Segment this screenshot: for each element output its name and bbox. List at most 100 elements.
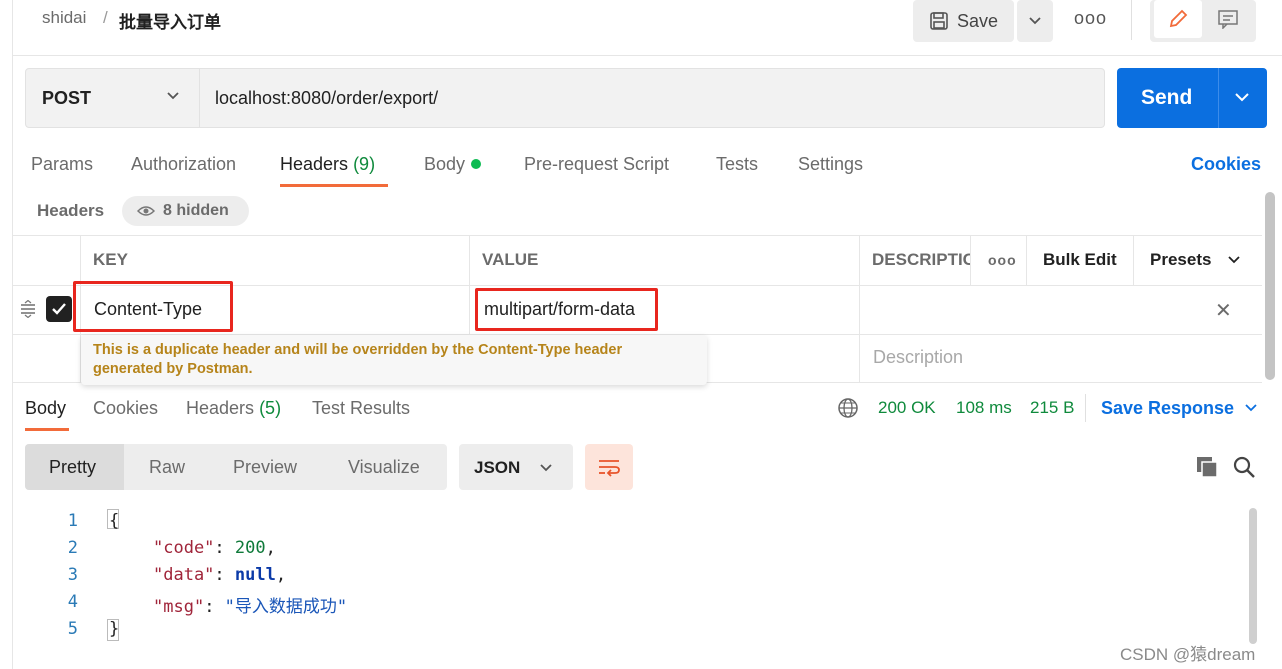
more-options-icon[interactable]: ooo: [988, 252, 1017, 268]
comments-button[interactable]: [1205, 0, 1251, 38]
url-bar: POST localhost:8080/order/export/: [25, 68, 1105, 128]
breadcrumb-separator: /: [103, 8, 108, 27]
json-value: 200: [234, 538, 266, 558]
tab-body[interactable]: Body: [424, 154, 482, 175]
tab-headers-label: Headers: [280, 154, 349, 174]
search-icon[interactable]: [1232, 455, 1256, 479]
divider: [859, 235, 860, 383]
json-value: null: [234, 565, 276, 585]
response-time[interactable]: 108 ms: [956, 398, 1012, 418]
tab-headers[interactable]: Headers (9): [280, 154, 375, 175]
view-preview[interactable]: Preview: [233, 457, 297, 478]
line-number: 3: [67, 565, 78, 585]
duplicate-header-warning: This is a duplicate header and will be o…: [81, 335, 707, 385]
active-tab-indicator: [25, 428, 69, 431]
column-header-key: KEY: [93, 250, 128, 269]
chevron-down-icon: [1029, 17, 1041, 25]
divider: [1085, 394, 1086, 422]
request-title[interactable]: 批量导入订单: [119, 8, 221, 33]
chevron-down-icon: [540, 464, 552, 472]
globe-icon[interactable]: [837, 397, 859, 419]
description-input[interactable]: Description: [873, 347, 963, 368]
row-enabled-checkbox[interactable]: [46, 296, 72, 322]
save-response-button[interactable]: Save Response: [1101, 398, 1234, 419]
wrap-lines-button[interactable]: [585, 444, 633, 490]
status-code[interactable]: 200 OK: [878, 398, 936, 418]
response-tab-headers-label: Headers: [186, 398, 255, 418]
column-header-value: VALUE: [482, 250, 539, 269]
hidden-headers-toggle[interactable]: 8 hidden: [122, 196, 249, 226]
divider: [469, 235, 470, 335]
response-size[interactable]: 215 B: [1030, 398, 1074, 418]
code-line: {: [109, 511, 120, 531]
edit-mode-button[interactable]: [1154, 0, 1202, 38]
delete-row-icon[interactable]: ✕: [1215, 298, 1232, 323]
status-dot-icon: [471, 159, 482, 169]
json-key: "data": [153, 565, 215, 585]
view-pretty[interactable]: Pretty: [49, 457, 96, 478]
response-tab-body[interactable]: Body: [25, 398, 66, 419]
wrap-lines-icon: [599, 460, 620, 477]
view-raw[interactable]: Raw: [149, 457, 185, 478]
json-value: "导入数据成功": [224, 597, 348, 617]
chevron-down-icon[interactable]: [1227, 255, 1241, 265]
line-number: 2: [67, 538, 78, 558]
chevron-down-icon[interactable]: [1234, 91, 1250, 103]
format-select[interactable]: JSON: [459, 444, 573, 490]
tab-pre-request-script[interactable]: Pre-request Script: [524, 154, 669, 175]
pencil-icon: [1169, 9, 1188, 28]
drag-handle-icon[interactable]: [19, 300, 37, 318]
json-key: "msg": [153, 597, 205, 617]
tab-headers-count: (9): [353, 154, 376, 174]
response-tab-headers[interactable]: Headers (5): [186, 398, 281, 419]
divider: [199, 69, 200, 127]
line-number: 1: [67, 511, 78, 531]
active-tab-indicator: [280, 184, 388, 187]
breadcrumb-workspace[interactable]: shidai: [42, 8, 86, 28]
divider: [1133, 235, 1134, 285]
response-tab-cookies[interactable]: Cookies: [93, 398, 158, 419]
checkmark-icon: [52, 303, 66, 315]
scrollbar[interactable]: [1265, 192, 1275, 380]
response-tab-test-results[interactable]: Test Results: [312, 398, 410, 419]
response-headers-count: (5): [259, 398, 282, 418]
tab-tests[interactable]: Tests: [716, 154, 758, 175]
header-key-cell[interactable]: Content-Type: [94, 299, 202, 320]
bulk-edit-button[interactable]: Bulk Edit: [1043, 250, 1117, 270]
code-line: "msg": "导入数据成功": [153, 597, 348, 617]
json-key: "code": [153, 538, 215, 558]
chevron-down-icon[interactable]: [166, 91, 180, 101]
hidden-count: 8 hidden: [163, 202, 229, 219]
copy-icon[interactable]: [1195, 455, 1219, 479]
code-line: "data": null,: [153, 565, 287, 585]
send-button[interactable]: Send: [1117, 68, 1267, 128]
scrollbar[interactable]: [1249, 508, 1257, 644]
send-label: Send: [1141, 86, 1193, 109]
method-select[interactable]: POST: [42, 88, 91, 109]
save-options-button[interactable]: [1017, 0, 1053, 42]
eye-icon: [137, 206, 155, 216]
comment-icon: [1218, 10, 1238, 29]
header-value-cell[interactable]: multipart/form-data: [484, 299, 635, 320]
divider: [970, 235, 971, 285]
tab-params[interactable]: Params: [31, 154, 93, 175]
column-header-description: DESCRIPTIC: [872, 250, 970, 269]
view-visualize[interactable]: Visualize: [348, 457, 420, 478]
tab-body-label: Body: [424, 154, 466, 174]
divider: [1026, 235, 1027, 285]
tab-authorization[interactable]: Authorization: [131, 154, 236, 175]
url-input[interactable]: localhost:8080/order/export/: [215, 88, 438, 109]
divider: [1131, 0, 1132, 40]
headers-section-label: Headers: [37, 201, 105, 220]
cookies-link[interactable]: Cookies: [1191, 154, 1261, 175]
save-icon: [930, 12, 948, 30]
more-options-icon[interactable]: ooo: [1074, 8, 1107, 29]
chevron-down-icon[interactable]: [1244, 403, 1258, 413]
format-label: JSON: [474, 458, 521, 477]
tab-settings[interactable]: Settings: [798, 154, 863, 175]
presets-dropdown[interactable]: Presets: [1150, 250, 1211, 270]
line-number: 4: [67, 592, 78, 612]
save-button[interactable]: Save: [913, 0, 1014, 42]
code-line: }: [109, 619, 120, 639]
code-line: "code": 200,: [153, 538, 276, 558]
